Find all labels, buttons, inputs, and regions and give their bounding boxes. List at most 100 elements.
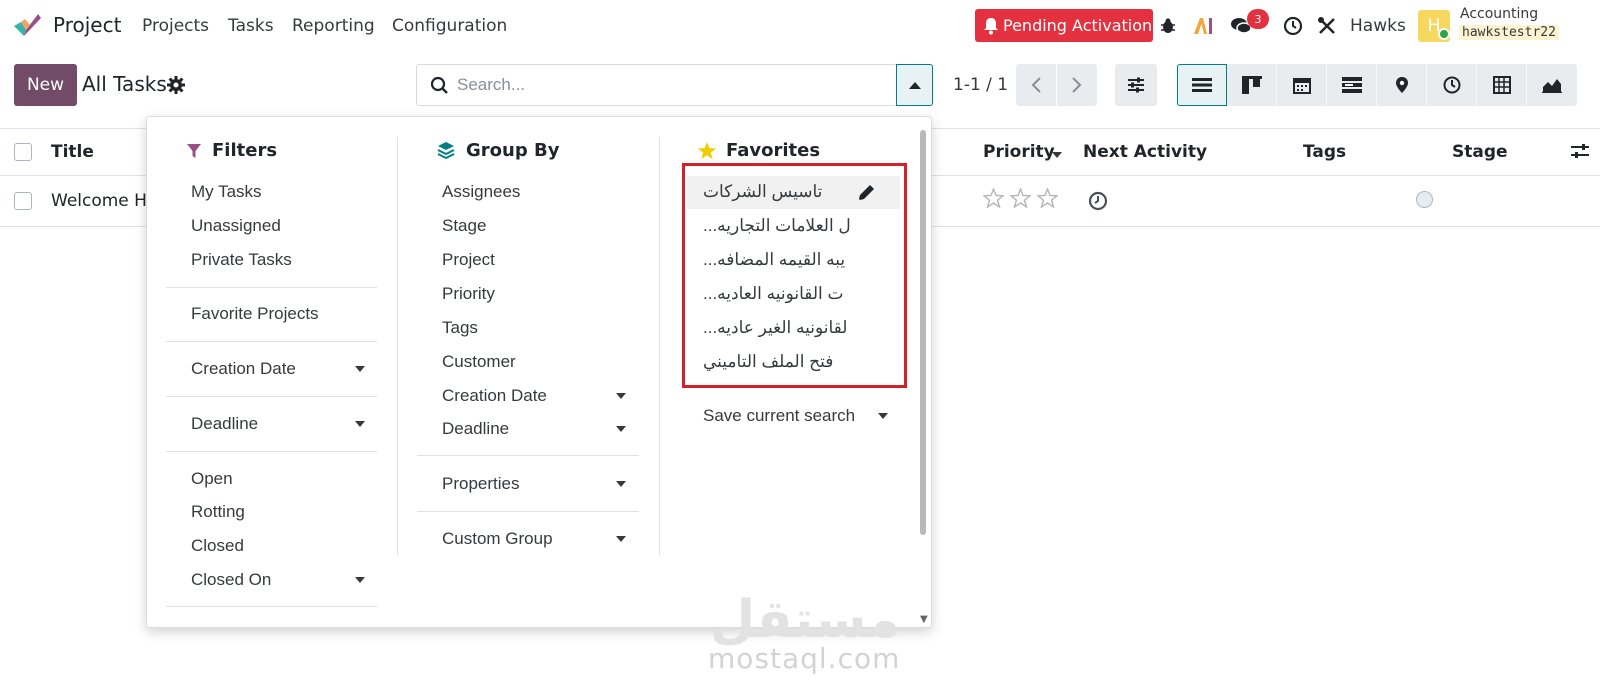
new-button[interactable]: New [14,64,77,106]
pager-value[interactable]: 1-1 / 1 [953,75,1008,95]
row-checkbox[interactable] [14,192,32,210]
pivot-view-button[interactable] [1477,64,1527,106]
company-name[interactable]: Accounting [1460,6,1538,22]
scroll-down-arrow-icon[interactable]: ▼ [920,614,928,625]
priority-stars[interactable] [983,188,1058,208]
star-empty-icon[interactable] [1010,188,1031,208]
app-name[interactable]: Project [53,13,121,37]
caret-up-icon [908,81,921,89]
filter-creation-date[interactable]: Creation Date [191,359,296,379]
caret-down-icon[interactable] [355,366,365,372]
separator [166,287,377,288]
pager-next-button[interactable] [1057,64,1097,106]
filter-rotting[interactable]: Rotting [191,502,245,522]
watermark-latin: mostaql.com [708,642,901,675]
pending-activation-button[interactable]: Pending Activation [975,9,1153,42]
optional-columns-icon[interactable] [1570,143,1590,159]
menu-reporting[interactable]: Reporting [292,16,375,36]
filter-favorite-projects[interactable]: Favorite Projects [191,304,319,324]
filter-open[interactable]: Open [191,469,233,489]
caret-down-icon[interactable] [878,413,888,419]
group-by-title: Group By [466,140,560,161]
calendar-icon [1292,78,1311,94]
gantt-view-button[interactable] [1327,64,1377,106]
calendar-view-button[interactable] [1277,64,1327,106]
ai-icon[interactable] [1190,13,1216,39]
caret-down-icon[interactable] [616,536,626,542]
menu-projects[interactable]: Projects [142,16,209,36]
separator [166,451,377,452]
group-by-assignees[interactable]: Assignees [442,182,520,202]
column-next-activity[interactable]: Next Activity [1083,142,1207,162]
caret-down-icon[interactable] [355,577,365,583]
favorite-item[interactable]: ...ت القانونيه العاديه [703,284,844,304]
filter-closed[interactable]: Closed [191,536,244,556]
list-view-button[interactable] [1177,64,1227,106]
pencil-edit-icon[interactable] [858,184,875,201]
custom-group-select[interactable]: Custom Group [442,529,553,549]
save-current-search[interactable]: Save current search [703,406,855,426]
column-title[interactable]: Title [51,142,94,162]
caret-down-icon[interactable] [616,393,626,399]
group-by-project[interactable]: Project [442,250,495,270]
group-by-creation-date[interactable]: Creation Date [442,386,547,406]
group-by-deadline[interactable]: Deadline [442,419,509,439]
group-by-priority[interactable]: Priority [442,284,495,304]
filter-closed-on[interactable]: Closed On [191,570,271,590]
filter-unassigned[interactable]: Unassigned [191,216,281,236]
messages-count-badge: 3 [1247,9,1269,29]
tools-icon[interactable] [1314,13,1340,39]
separator [417,455,639,456]
group-by-stage[interactable]: Stage [442,216,486,236]
row-title[interactable]: Welcome Ha [51,191,157,211]
group-by-properties[interactable]: Properties [442,474,519,494]
dropdown-scrollbar[interactable] [920,130,926,535]
online-status-dot [1438,28,1450,40]
search-bar [416,64,897,106]
favorite-item[interactable]: ...يبه القيمه المضافه [703,250,845,270]
menu-tasks[interactable]: Tasks [228,16,274,36]
filter-deadline[interactable]: Deadline [191,414,258,434]
search-panel-toggle-button[interactable] [896,64,933,106]
column-priority[interactable]: Priority [983,142,1055,162]
favorite-item[interactable]: فتح الملف التاميني [703,352,833,372]
column-tags[interactable]: Tags [1303,142,1346,162]
star-empty-icon[interactable] [1037,188,1058,208]
separator [166,606,377,607]
stage-status-circle[interactable] [1416,191,1433,208]
view-options-button[interactable] [1115,64,1157,106]
project-app-logo-icon[interactable] [12,12,42,40]
activity-clock-icon[interactable] [1088,191,1108,211]
search-input[interactable] [457,65,887,105]
filter-my-tasks[interactable]: My Tasks [191,182,262,202]
map-view-button[interactable] [1377,64,1427,106]
activity-view-button[interactable] [1427,64,1477,106]
column-stage[interactable]: Stage [1452,142,1508,162]
menu-configuration[interactable]: Configuration [392,16,507,36]
gantt-icon [1341,77,1362,93]
watermark-arabic: مستقل [710,590,901,650]
select-all-checkbox[interactable] [14,143,32,161]
caret-down-icon[interactable] [616,481,626,487]
group-by-customer[interactable]: Customer [442,352,516,372]
group-by-tags[interactable]: Tags [442,318,478,338]
caret-down-icon[interactable] [616,426,626,432]
bell-icon [984,17,998,34]
favorite-item[interactable]: ...لقانونيه الغير عاديه [703,318,847,338]
favorite-item[interactable]: تاسيس الشركات [703,182,822,202]
area-chart-icon [1542,79,1562,93]
clock-icon [1443,76,1460,94]
favorite-item[interactable]: ...ل العلامات التجاريه [703,216,851,236]
separator [166,341,377,342]
graph-view-button[interactable] [1527,64,1577,106]
caret-down-icon[interactable] [355,421,365,427]
activity-clock-icon[interactable] [1280,13,1306,39]
star-empty-icon[interactable] [983,188,1004,208]
debug-bug-icon[interactable] [1155,13,1181,39]
user-name[interactable]: Hawks [1350,16,1406,36]
pager-previous-button[interactable] [1016,64,1056,106]
kanban-view-button[interactable] [1227,64,1277,106]
filter-private-tasks[interactable]: Private Tasks [191,250,292,270]
gear-icon[interactable] [166,75,186,95]
filter-icon [187,144,201,158]
